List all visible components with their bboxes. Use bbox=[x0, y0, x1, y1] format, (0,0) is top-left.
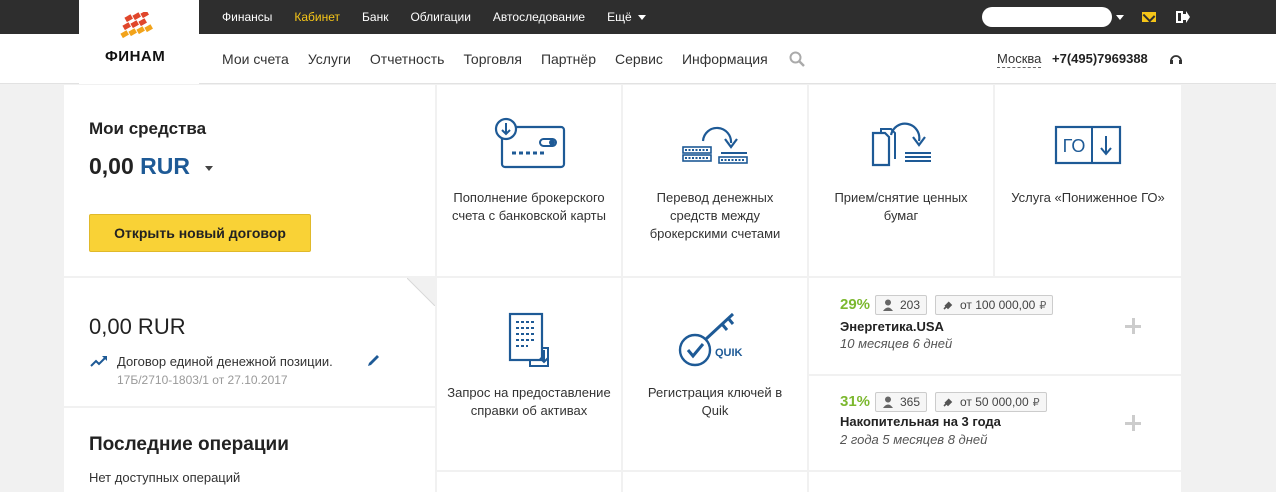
plus-icon[interactable] bbox=[1125, 318, 1141, 334]
top-nav-more[interactable]: Ещё bbox=[607, 10, 646, 24]
plug-icon bbox=[943, 301, 953, 310]
tile-quik-keys[interactable]: QUIK Регистрация ключей в Quik bbox=[623, 278, 807, 470]
my-funds-panel: Мои средства 0,00 RUR Открыть новый дого… bbox=[64, 85, 435, 276]
top-nav-cabinet[interactable]: Кабинет bbox=[294, 10, 340, 24]
chevron-down-icon[interactable] bbox=[1116, 14, 1124, 20]
product-term: 10 месяцев 6 дней bbox=[840, 336, 953, 351]
logo-text: ФИНАМ bbox=[105, 48, 166, 65]
product-min-amount-chip: от 50 000,00 ₽ bbox=[935, 392, 1047, 412]
top-nav-bonds[interactable]: Облигации bbox=[410, 10, 470, 24]
account-name: Договор единой денежной позиции. bbox=[117, 354, 333, 369]
product-min-amount-chip: от 100 000,00 ₽ bbox=[935, 295, 1054, 315]
phone-number: +7(495)7969388 bbox=[1052, 51, 1148, 66]
product-min-amount: от 50 000,00 bbox=[960, 395, 1029, 409]
plug-icon bbox=[943, 398, 953, 407]
tile-securities-label: Прием/снятие ценных бумаг bbox=[834, 190, 968, 223]
last-operations-panel: Последние операции Нет доступных операци… bbox=[64, 408, 435, 492]
pencil-icon[interactable] bbox=[367, 353, 381, 367]
product-name: Накопительная на 3 года bbox=[840, 414, 1001, 429]
securities-icon bbox=[871, 122, 931, 167]
main-nav-partner[interactable]: Партнёр bbox=[541, 51, 596, 67]
top-nav-finance[interactable]: Финансы bbox=[222, 10, 272, 24]
page-fold-icon bbox=[407, 278, 435, 306]
transfer-icon bbox=[682, 126, 748, 164]
product-users-chip: 203 bbox=[875, 295, 928, 315]
main-nav-info[interactable]: Информация bbox=[682, 51, 768, 67]
product-card-2[interactable]: 31% 365 от 50 000,00 ₽ Накопительная на … bbox=[809, 376, 1181, 470]
tile-quik-keys-label: Регистрация ключей в Quik bbox=[647, 385, 783, 418]
account-card[interactable]: 0,00 RUR Договор единой денежной позиции… bbox=[64, 278, 435, 406]
city-selector[interactable]: Москва bbox=[997, 51, 1042, 68]
funds-currency: RUR bbox=[140, 153, 190, 179]
quik-icon-text: QUIK bbox=[715, 347, 743, 359]
mail-icon[interactable] bbox=[1142, 12, 1156, 22]
trend-up-icon bbox=[90, 356, 107, 367]
ruble-icon: ₽ bbox=[1039, 299, 1047, 312]
top-right-tools bbox=[982, 0, 1276, 34]
top-nav-bank[interactable]: Банк bbox=[362, 10, 388, 24]
main-nav-services[interactable]: Услуги bbox=[308, 51, 351, 67]
card-deposit-icon bbox=[494, 117, 566, 169]
main-nav-reports[interactable]: Отчетность bbox=[370, 51, 445, 67]
tile-card-deposit-label: Пополнение брокерского счета с банковско… bbox=[452, 190, 606, 223]
go-icon: ГО bbox=[1054, 125, 1122, 165]
tile-transfer-label: Перевод денежных средств между брокерски… bbox=[649, 190, 781, 241]
main-nav-trading[interactable]: Торговля bbox=[463, 51, 521, 67]
main-nav: Мои счета Услуги Отчетность Торговля Пар… bbox=[222, 34, 805, 84]
product-min-amount: от 100 000,00 bbox=[960, 298, 1036, 312]
document-icon bbox=[508, 312, 549, 367]
ruble-icon: ₽ bbox=[1032, 396, 1040, 409]
top-nav-autofollow[interactable]: Автоследование bbox=[493, 10, 585, 24]
operations-empty-text: Нет доступных операций bbox=[89, 470, 241, 485]
chevron-down-icon bbox=[637, 15, 646, 21]
product-term: 2 года 5 месяцев 8 дней bbox=[840, 432, 988, 447]
product-users-count: 203 bbox=[900, 298, 921, 312]
quik-key-icon: QUIK bbox=[678, 312, 743, 367]
tile-row-partial-3 bbox=[809, 472, 1181, 492]
open-new-contract-button[interactable]: Открыть новый договор bbox=[89, 214, 311, 252]
product-percent: 29% bbox=[840, 296, 871, 313]
tile-reduced-go[interactable]: ГО Услуга «Пониженное ГО» bbox=[995, 85, 1181, 276]
tile-row-partial-1 bbox=[437, 472, 621, 492]
logout-icon[interactable] bbox=[1176, 11, 1190, 23]
top-nav-more-label: Ещё bbox=[607, 10, 632, 24]
funds-amount[interactable]: 0,00 RUR bbox=[89, 153, 190, 180]
finam-logo-icon bbox=[120, 12, 153, 39]
tile-securities[interactable]: Прием/снятие ценных бумаг bbox=[809, 85, 993, 276]
product-percent: 31% bbox=[840, 393, 871, 410]
tile-assets-statement[interactable]: Запрос на предоставление справки об акти… bbox=[437, 278, 621, 470]
product-name: Энергетика.USA bbox=[840, 319, 944, 334]
product-users-chip: 365 bbox=[875, 392, 928, 412]
tile-transfer[interactable]: Перевод денежных средств между брокерски… bbox=[623, 85, 807, 276]
search-icon[interactable] bbox=[789, 51, 805, 67]
account-amount: 0,00 RUR bbox=[89, 314, 186, 339]
product-users-count: 365 bbox=[900, 395, 921, 409]
tile-reduced-go-label: Услуга «Пониженное ГО» bbox=[1011, 190, 1165, 205]
funds-amount-value: 0,00 bbox=[89, 153, 134, 179]
user-icon bbox=[883, 299, 893, 311]
go-icon-text: ГО bbox=[1063, 136, 1086, 156]
main-nav-accounts[interactable]: Мои счета bbox=[222, 51, 289, 67]
logo[interactable]: ФИНАМ bbox=[79, 0, 199, 84]
operations-title: Последние операции bbox=[89, 434, 289, 455]
main-nav-service[interactable]: Сервис bbox=[615, 51, 663, 67]
product-card-1[interactable]: 29% 203 от 100 000,00 ₽ Энергетика.USA 1… bbox=[809, 278, 1181, 374]
user-menu[interactable] bbox=[982, 7, 1112, 27]
tile-assets-statement-label: Запрос на предоставление справки об акти… bbox=[447, 385, 611, 418]
user-icon bbox=[883, 396, 893, 408]
plus-icon[interactable] bbox=[1125, 415, 1141, 431]
top-nav: Финансы Кабинет Банк Облигации Автоследо… bbox=[222, 0, 668, 34]
tile-row-partial-2 bbox=[623, 472, 807, 492]
funds-title: Мои средства bbox=[89, 119, 207, 138]
headset-icon[interactable] bbox=[1169, 53, 1183, 67]
account-number: 17Б/2710-1803/1 от 27.10.2017 bbox=[117, 373, 288, 387]
tile-card-deposit[interactable]: Пополнение брокерского счета с банковско… bbox=[437, 85, 621, 276]
chevron-down-icon[interactable] bbox=[205, 166, 213, 171]
